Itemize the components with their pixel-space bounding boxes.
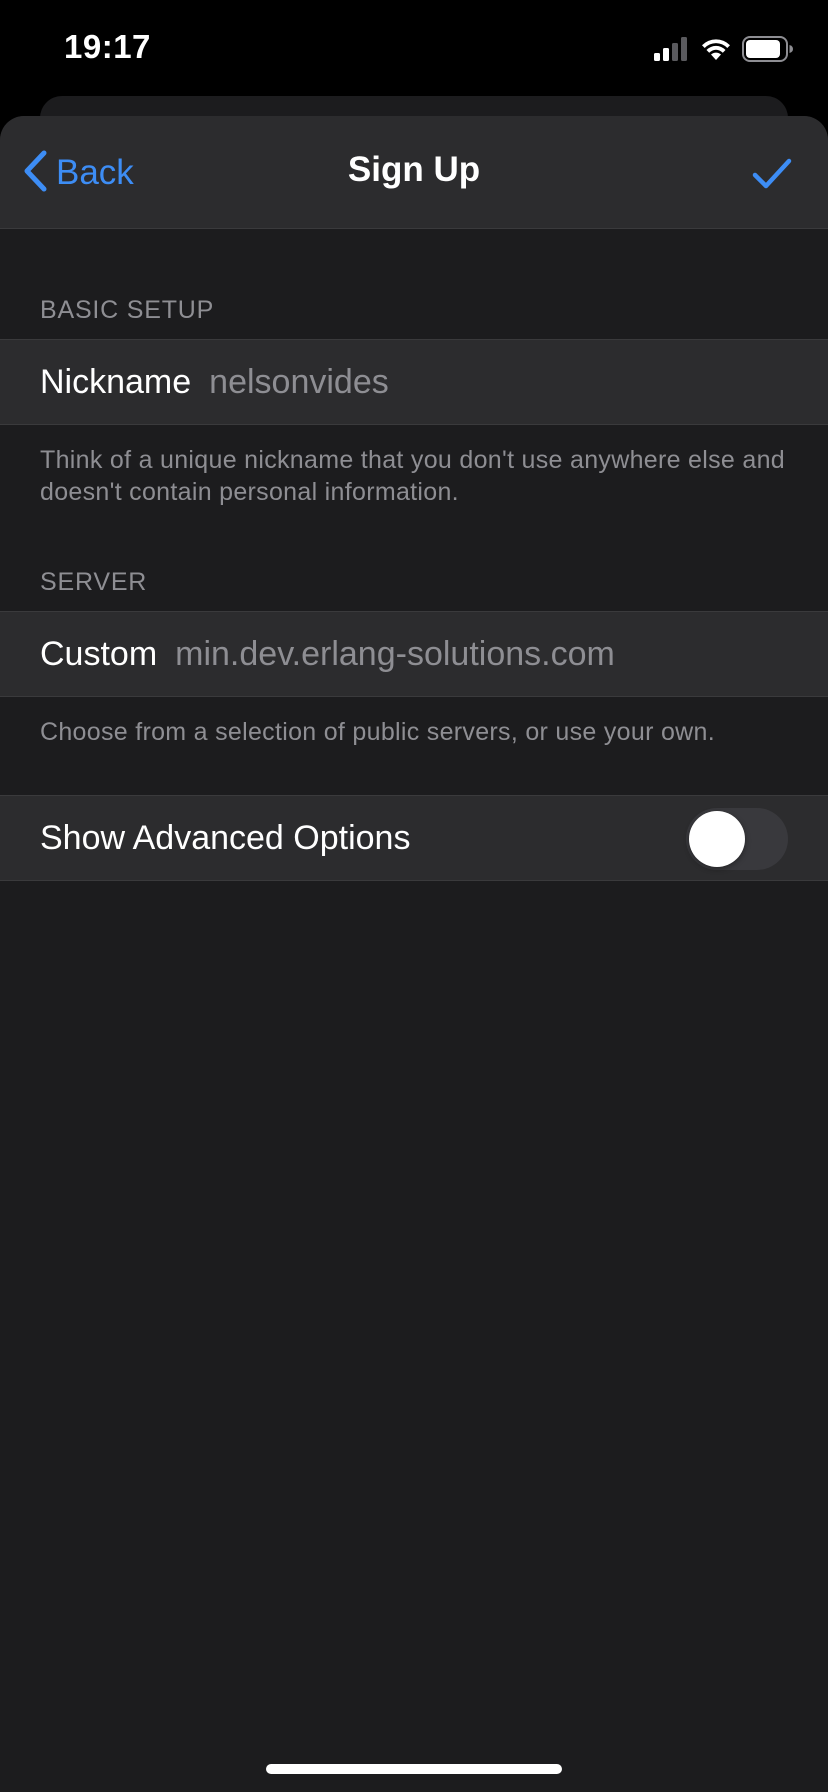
status-time: 19:17 [64,28,151,65]
cellular-signal-icon [654,36,690,66]
checkmark-icon [750,158,794,200]
advanced-options-toggle[interactable] [686,808,788,870]
advanced-options-label: Show Advanced Options [40,818,411,857]
nickname-footer: Think of a unique nickname that you don'… [40,446,785,506]
status-icons [654,35,794,67]
advanced-options-row: Show Advanced Options [0,795,828,881]
custom-server-label: Custom [40,634,158,673]
server-field[interactable]: min.dev.erlang-solutions.com [175,635,735,674]
status-bar: 19:17 [0,0,828,96]
toggle-knob [689,811,745,867]
home-indicator [266,1764,562,1774]
section-header-server: SERVER [40,568,148,596]
page-title: Sign Up [347,150,481,189]
done-button[interactable] [750,152,794,196]
section-header-basic-setup: BASIC SETUP [40,296,215,324]
wifi-icon [700,37,732,66]
nickname-label: Nickname [40,362,192,401]
nickname-row[interactable]: Nickname nelsonvides [0,339,828,425]
server-footer: Choose from a selection of public server… [40,718,715,746]
navigation-bar: Back Sign Up [0,116,828,229]
sign-up-sheet: Back Sign Up BASIC SETUP Nickname nelson… [0,116,828,1792]
nickname-field[interactable]: nelsonvides [209,363,769,402]
server-row[interactable]: Custom min.dev.erlang-solutions.com [0,611,828,697]
battery-icon [742,35,794,67]
